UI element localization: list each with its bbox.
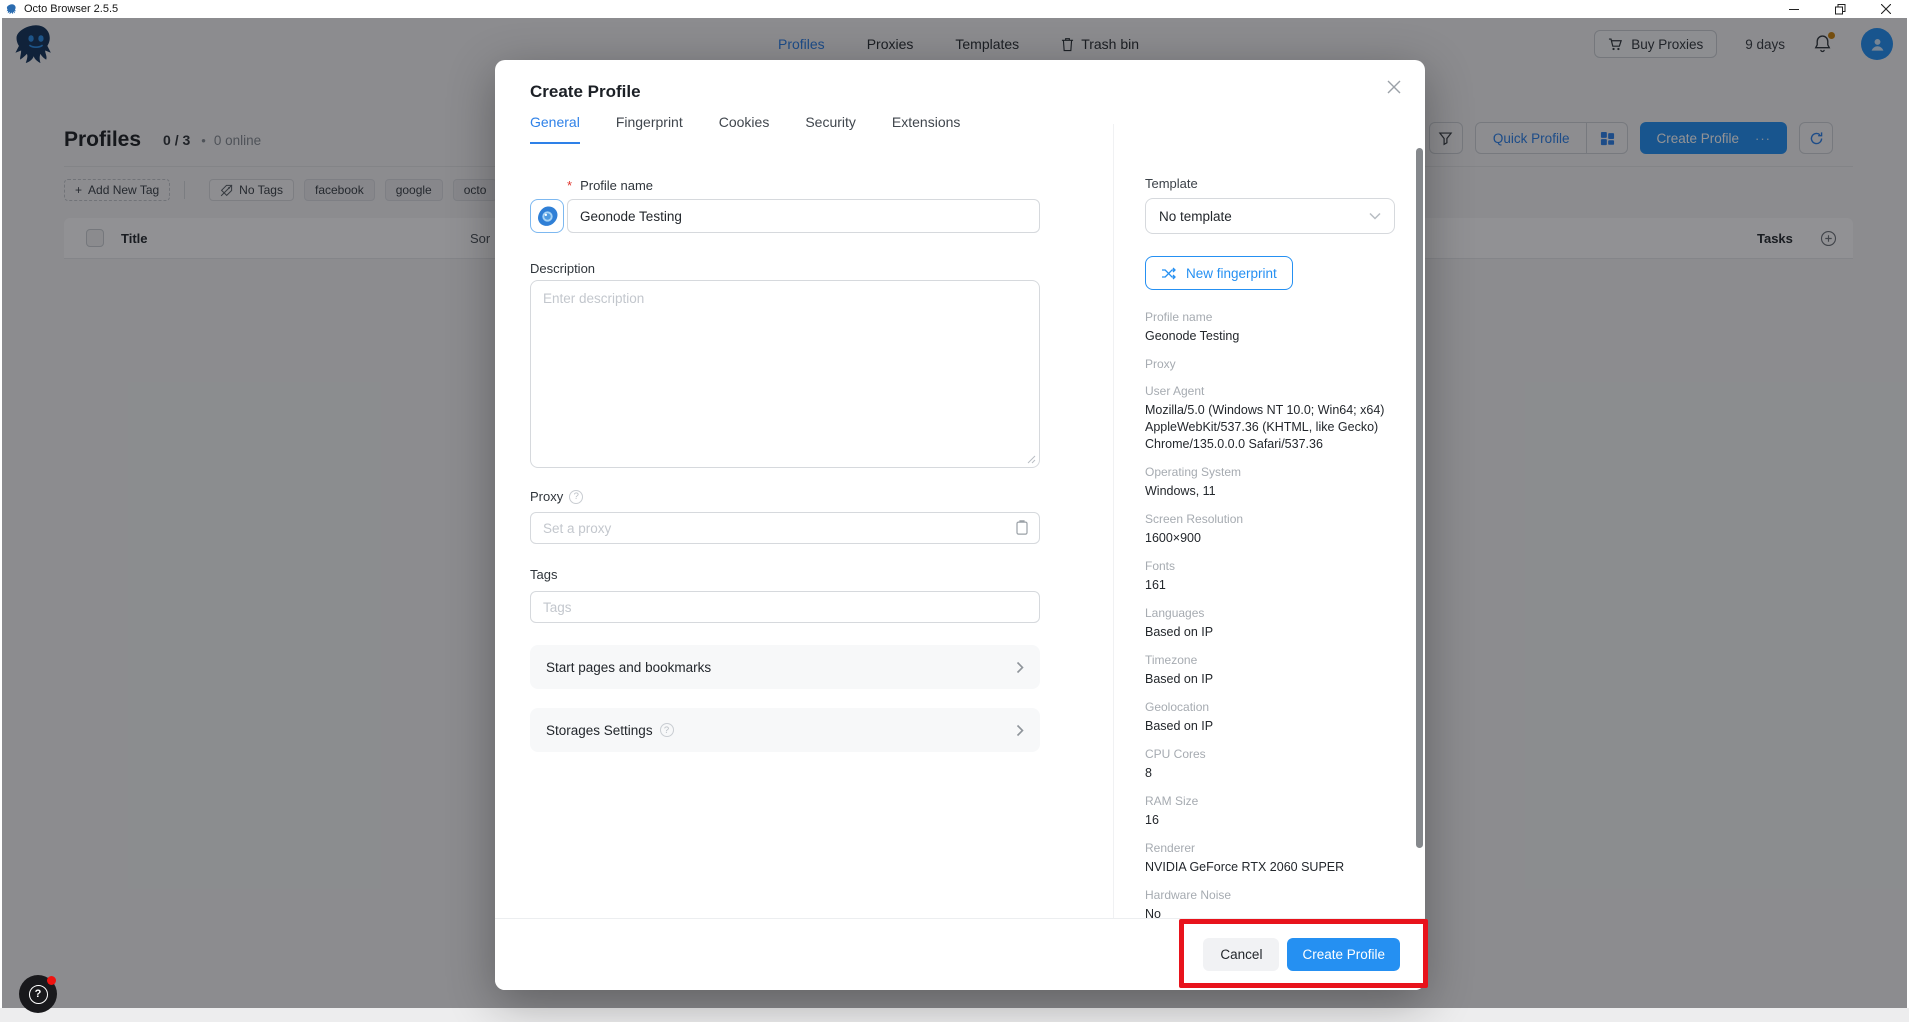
template-label: Template <box>1145 176 1198 191</box>
detail-value: Mozilla/5.0 (Windows NT 10.0; Win64; x64… <box>1145 402 1400 453</box>
detail-label: Hardware Noise <box>1145 888 1400 903</box>
tab-general[interactable]: General <box>530 114 580 144</box>
start-pages-row[interactable]: Start pages and bookmarks <box>530 645 1040 689</box>
modal-scrollbar[interactable] <box>1416 148 1423 848</box>
detail-value: 1600×900 <box>1145 530 1400 547</box>
app-icon <box>6 3 18 15</box>
modal-tabs: General Fingerprint Cookies Security Ext… <box>530 114 960 144</box>
minimize-icon[interactable] <box>1771 0 1817 18</box>
window-titlebar: Octo Browser 2.5.5 <box>0 0 1909 18</box>
detail-item: Screen Resolution 1600×900 <box>1145 512 1400 547</box>
detail-label: Fonts <box>1145 559 1400 574</box>
proxy-input[interactable] <box>530 512 1040 544</box>
detail-label: Operating System <box>1145 465 1400 480</box>
shuffle-icon <box>1161 267 1177 280</box>
detail-label: Geolocation <box>1145 700 1400 715</box>
detail-label: User Agent <box>1145 384 1400 399</box>
close-modal-icon[interactable] <box>1385 78 1403 96</box>
resize-handle-icon[interactable] <box>1027 455 1036 464</box>
detail-value: 161 <box>1145 577 1400 594</box>
detail-label: RAM Size <box>1145 794 1400 809</box>
proxy-label: Proxy ? <box>530 489 583 504</box>
detail-item: Operating System Windows, 11 <box>1145 465 1400 500</box>
detail-label: Languages <box>1145 606 1400 621</box>
tags-label: Tags <box>530 567 557 582</box>
template-value: No template <box>1159 209 1232 224</box>
new-fingerprint-button[interactable]: New fingerprint <box>1145 256 1293 290</box>
question-icon: ? <box>29 985 48 1004</box>
detail-item: Timezone Based on IP <box>1145 653 1400 688</box>
detail-item: User Agent Mozilla/5.0 (Windows NT 10.0;… <box>1145 384 1400 453</box>
help-fab-button[interactable]: ? <box>19 975 57 1013</box>
tab-fingerprint[interactable]: Fingerprint <box>616 114 683 144</box>
description-label: Description <box>530 261 595 276</box>
profile-name-label: * Profile name <box>567 178 653 193</box>
detail-value: Windows, 11 <box>1145 483 1400 500</box>
detail-item: Geolocation Based on IP <box>1145 700 1400 735</box>
detail-item: Fonts 161 <box>1145 559 1400 594</box>
start-pages-label: Start pages and bookmarks <box>546 660 711 675</box>
paste-clipboard-icon[interactable] <box>1015 519 1029 536</box>
detail-item: Languages Based on IP <box>1145 606 1400 641</box>
required-asterisk: * <box>567 178 572 193</box>
close-window-icon[interactable] <box>1863 0 1909 18</box>
modal-footer: Cancel Create Profile <box>495 918 1425 990</box>
detail-value: NVIDIA GeForce RTX 2060 SUPER <box>1145 859 1400 876</box>
tags-input[interactable] <box>530 591 1040 623</box>
storages-label: Storages Settings ? <box>546 723 674 738</box>
browser-profile-icon <box>536 205 559 228</box>
profile-icon-button[interactable] <box>530 199 564 233</box>
detail-value: Based on IP <box>1145 671 1400 688</box>
detail-label: Proxy <box>1145 357 1400 372</box>
window-controls <box>1771 0 1909 18</box>
chevron-right-icon <box>1016 724 1024 737</box>
detail-label: Screen Resolution <box>1145 512 1400 527</box>
detail-item: CPU Cores 8 <box>1145 747 1400 782</box>
tab-cookies[interactable]: Cookies <box>719 114 770 144</box>
tab-extensions[interactable]: Extensions <box>892 114 960 144</box>
detail-item: Renderer NVIDIA GeForce RTX 2060 SUPER <box>1145 841 1400 876</box>
fab-notification-dot <box>47 976 56 985</box>
detail-label: CPU Cores <box>1145 747 1400 762</box>
detail-label: Profile name <box>1145 310 1400 325</box>
detail-item: Profile name Geonode Testing <box>1145 310 1400 345</box>
description-textarea[interactable] <box>530 280 1040 468</box>
create-profile-button[interactable]: Create Profile <box>1287 938 1400 971</box>
window-title: Octo Browser 2.5.5 <box>24 0 118 18</box>
window-frame-bottom <box>0 1008 1909 1022</box>
tab-security[interactable]: Security <box>805 114 856 144</box>
detail-value: Based on IP <box>1145 718 1400 735</box>
proxy-field-wrap <box>530 512 1040 544</box>
detail-value: 16 <box>1145 812 1400 829</box>
profile-name-input[interactable] <box>567 199 1040 233</box>
detail-item: Proxy <box>1145 357 1400 372</box>
detail-value: Geonode Testing <box>1145 328 1400 345</box>
window-frame-left <box>0 18 2 1008</box>
restore-icon[interactable] <box>1817 0 1863 18</box>
help-icon[interactable]: ? <box>569 490 583 504</box>
chevron-down-icon <box>1369 212 1381 220</box>
fingerprint-details-list: Profile name Geonode Testing Proxy User … <box>1145 310 1400 935</box>
detail-item: RAM Size 16 <box>1145 794 1400 829</box>
detail-label: Timezone <box>1145 653 1400 668</box>
template-select[interactable]: No template <box>1145 198 1395 234</box>
chevron-right-icon <box>1016 661 1024 674</box>
help-icon[interactable]: ? <box>660 723 674 737</box>
description-field-wrap <box>530 280 1040 468</box>
modal-title: Create Profile <box>530 82 641 102</box>
cancel-button[interactable]: Cancel <box>1203 938 1279 971</box>
detail-label: Renderer <box>1145 841 1400 856</box>
detail-value: Based on IP <box>1145 624 1400 641</box>
storages-settings-row[interactable]: Storages Settings ? <box>530 708 1040 752</box>
create-profile-modal: Create Profile General Fingerprint Cooki… <box>495 60 1425 990</box>
detail-value: 8 <box>1145 765 1400 782</box>
